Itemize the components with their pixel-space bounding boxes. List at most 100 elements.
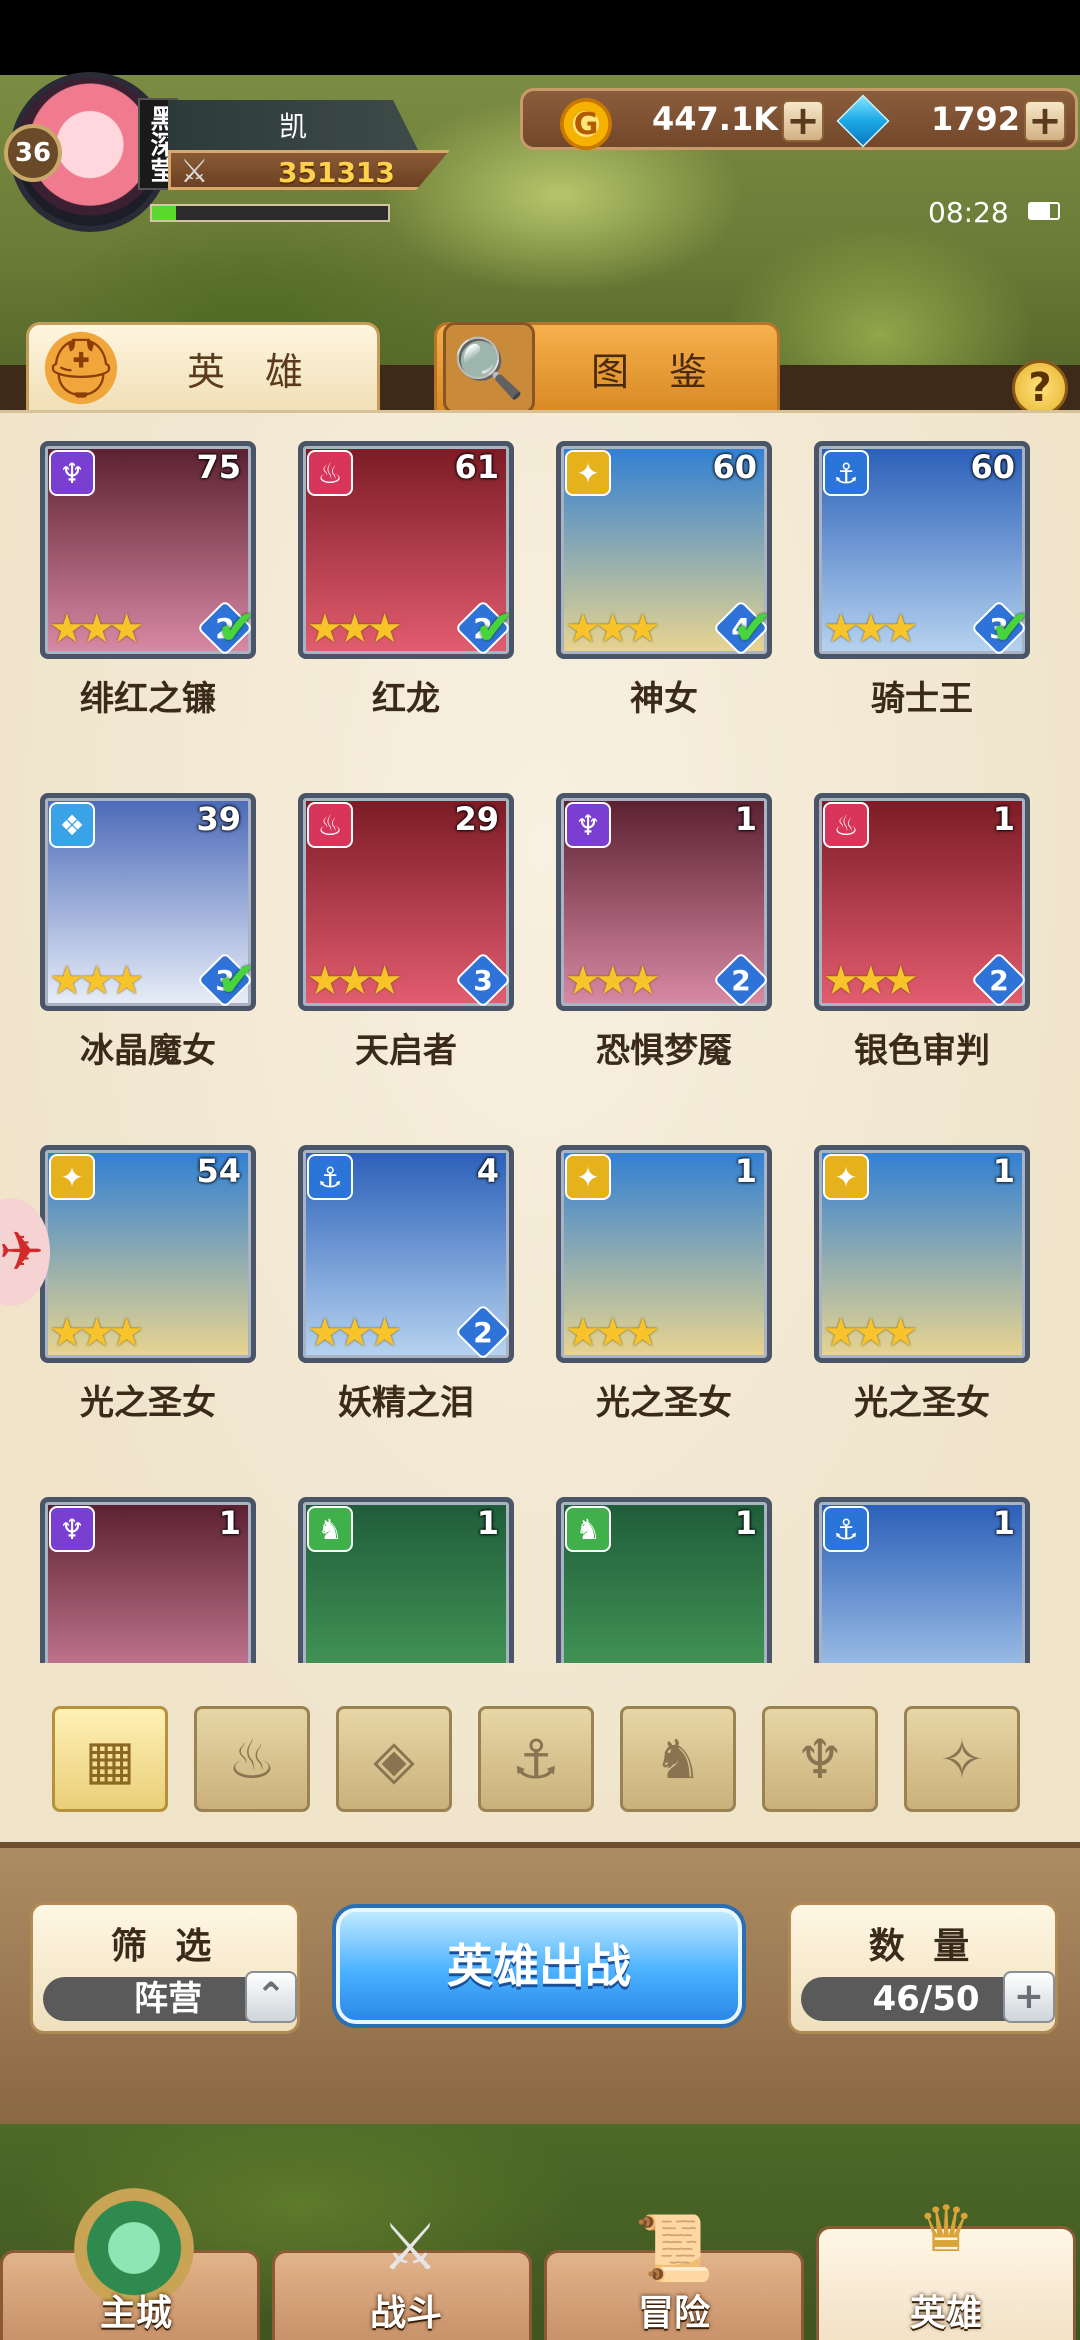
hero-portrait: ♆ 75 ★★★ 2 ✔ (40, 441, 256, 659)
hero-card[interactable]: ⚓ 4 ★★★ 2 妖精之泪 (298, 1145, 518, 1424)
hero-name: 冰晶魔女 (80, 1031, 216, 1071)
checkmark-icon: ✔ (474, 600, 514, 656)
ice-filter-icon[interactable]: ◈ (336, 1706, 452, 1812)
tab-codex-label: 图 鉴 (590, 349, 722, 394)
nav-label-battle: 战斗 (369, 2293, 442, 2334)
hero-card[interactable]: ⚓ 1 (814, 1497, 1034, 1663)
all-grid-icon[interactable]: ▦ (52, 1706, 168, 1812)
rank-badge: 2 (712, 951, 767, 1006)
count-value: 46/50 (872, 1979, 980, 2019)
count-box: 数 量 46/50 + (788, 1902, 1058, 2034)
gold-amount: 447.1K (652, 100, 779, 138)
star-rating: ★★★ (49, 606, 145, 652)
hero-card[interactable]: ✦ 60 ★★★ 4 ✔ 神女 (556, 441, 776, 720)
player-name: 凯 (168, 100, 418, 150)
light-faction-icon: ✦ (565, 450, 611, 496)
add-gem-button[interactable]: + (1024, 100, 1066, 142)
hero-portrait: ❖ 39 ★★★ 3 ✔ (40, 793, 256, 1011)
filter-select[interactable]: 阵营 ⌃ (43, 1971, 297, 2023)
hero-card[interactable]: ♆ 1 (40, 1497, 260, 1663)
hero-card[interactable]: ♨ 29 ★★★ 3 天启者 (298, 793, 518, 1072)
hero-portrait: ♞ 1 (298, 1497, 514, 1663)
deploy-heroes-button[interactable]: 英雄出战 (336, 1908, 742, 2024)
hero-grid[interactable]: ♆ 75 ★★★ 2 ✔ 绯红之镰 ♨ 61 ★★★ 2 ✔ 红龙 ✦ 60 ★★★ 4 ✔ 神女 ⚓ 60 ★★★ 3 ✔… (0, 423, 1080, 1663)
hero-level: 60 (970, 448, 1015, 486)
hero-level: 61 (454, 448, 499, 486)
anchor-filter-icon[interactable]: ⚓ (478, 1706, 594, 1812)
beast-faction-icon: ♞ (565, 1506, 611, 1552)
hero-name: 红龙 (372, 679, 440, 719)
checkmark-icon: ✔ (732, 600, 772, 656)
hero-portrait: ✦ 1 ★★★ (556, 1145, 772, 1363)
hero-card[interactable]: ✦ 1 ★★★ 光之圣女 (814, 1145, 1034, 1424)
exp-bar (150, 204, 390, 222)
hero-card[interactable]: ♆ 1 ★★★ 2 恐惧梦魇 (556, 793, 776, 1072)
clock-text: 08:28 (928, 196, 1009, 229)
hero-card[interactable]: ♨ 1 ★★★ 2 银色审判 (814, 793, 1034, 1072)
star-rating: ★★★ (565, 958, 661, 1004)
filter-title: 筛 选 (110, 1926, 220, 1967)
tab-heroes[interactable]: ⛑ 英 雄 (26, 322, 380, 414)
faction-filter-bar: ▦ ♨ ◈ ⚓ ♞ ♆ ✧ (52, 1706, 1032, 1812)
exp-bar-fill (152, 206, 176, 220)
hero-portrait: ✦ 1 ★★★ (814, 1145, 1030, 1363)
help-button[interactable]: ? (1012, 360, 1068, 416)
chevron-up-icon[interactable]: ⌃ (245, 1971, 297, 2023)
fire-filter-icon[interactable]: ♨ (194, 1706, 310, 1812)
hero-level: 60 (712, 448, 757, 486)
hero-portrait: ⚓ 4 ★★★ 2 (298, 1145, 514, 1363)
star-rating: ★★★ (565, 606, 661, 652)
hero-list-panel: ♆ 75 ★★★ 2 ✔ 绯红之镰 ♨ 61 ★★★ 2 ✔ 红龙 ✦ 60 ★★★ 4 ✔ 神女 ⚓ 60 ★★★ 3 ✔… (0, 410, 1080, 1850)
expand-capacity-button[interactable]: + (1003, 1971, 1055, 2023)
magnifier-book-icon: 🔍 (443, 322, 535, 414)
light-faction-icon: ✦ (823, 1154, 869, 1200)
tab-codex[interactable]: 🔍 图 鉴 (434, 322, 780, 414)
hero-card[interactable]: ♞ 1 (556, 1497, 776, 1663)
hero-portrait: ♆ 1 (40, 1497, 256, 1663)
star-rating: ★★★ (565, 1310, 661, 1356)
light-faction-icon: ✦ (565, 1154, 611, 1200)
star-rating: ★★★ (49, 958, 145, 1004)
hero-card[interactable]: ❖ 39 ★★★ 3 ✔ 冰晶魔女 (40, 793, 260, 1072)
hero-name: 绯红之镰 (80, 679, 216, 719)
star-rating: ★★★ (823, 606, 919, 652)
hero-card[interactable]: ♞ 1 (298, 1497, 518, 1663)
rank-value: 3 (473, 964, 493, 997)
rank-badge: 3 (454, 951, 509, 1006)
dark-faction-icon: ♆ (565, 802, 611, 848)
hero-card[interactable]: ✦ 54 ★★★ 光之圣女 (40, 1145, 260, 1424)
hero-level: 1 (734, 1152, 757, 1190)
gold-coin-icon: G (560, 98, 612, 150)
fire-faction-icon: ♨ (307, 450, 353, 496)
hero-level: 75 (196, 448, 241, 486)
hero-card[interactable]: ✦ 1 ★★★ 光之圣女 (556, 1145, 776, 1424)
checkmark-icon: ✔ (990, 600, 1030, 656)
crossed-swords-power-icon: ⚔ (180, 152, 209, 190)
hero-level: 39 (196, 800, 241, 838)
star-rating: ★★★ (49, 1310, 145, 1356)
nav-label-heroes: 英雄 (909, 2293, 982, 2334)
hero-name: 光之圣女 (80, 1383, 216, 1423)
beast-filter-icon[interactable]: ♞ (620, 1706, 736, 1812)
dark-faction-icon: ♆ (49, 1506, 95, 1552)
ice-faction-icon: ❖ (49, 802, 95, 848)
hero-portrait: ✦ 60 ★★★ 4 ✔ (556, 441, 772, 659)
nav-label-adventure: 冒险 (637, 2293, 710, 2334)
hero-level: 1 (734, 1504, 757, 1542)
rank-badge: 2 (454, 1303, 509, 1358)
rank-value: 2 (989, 964, 1009, 997)
knight-helmet-icon: ⛑ (35, 322, 127, 414)
hero-card[interactable]: ♨ 61 ★★★ 2 ✔ 红龙 (298, 441, 518, 720)
hero-card[interactable]: ♆ 75 ★★★ 2 ✔ 绯红之镰 (40, 441, 260, 720)
hero-level: 1 (476, 1504, 499, 1542)
dark-filter-icon[interactable]: ♆ (762, 1706, 878, 1812)
tab-heroes-label: 英 雄 (186, 349, 318, 394)
status-bar (0, 0, 1080, 75)
star-rating: ★★★ (823, 958, 919, 1004)
hero-level: 1 (992, 1152, 1015, 1190)
fire-faction-icon: ♨ (307, 802, 353, 848)
hero-card[interactable]: ⚓ 60 ★★★ 3 ✔ 骑士王 (814, 441, 1034, 720)
add-gold-button[interactable]: + (782, 100, 824, 142)
water-faction-icon: ⚓ (307, 1154, 353, 1200)
light-filter-icon[interactable]: ✧ (904, 1706, 1020, 1812)
